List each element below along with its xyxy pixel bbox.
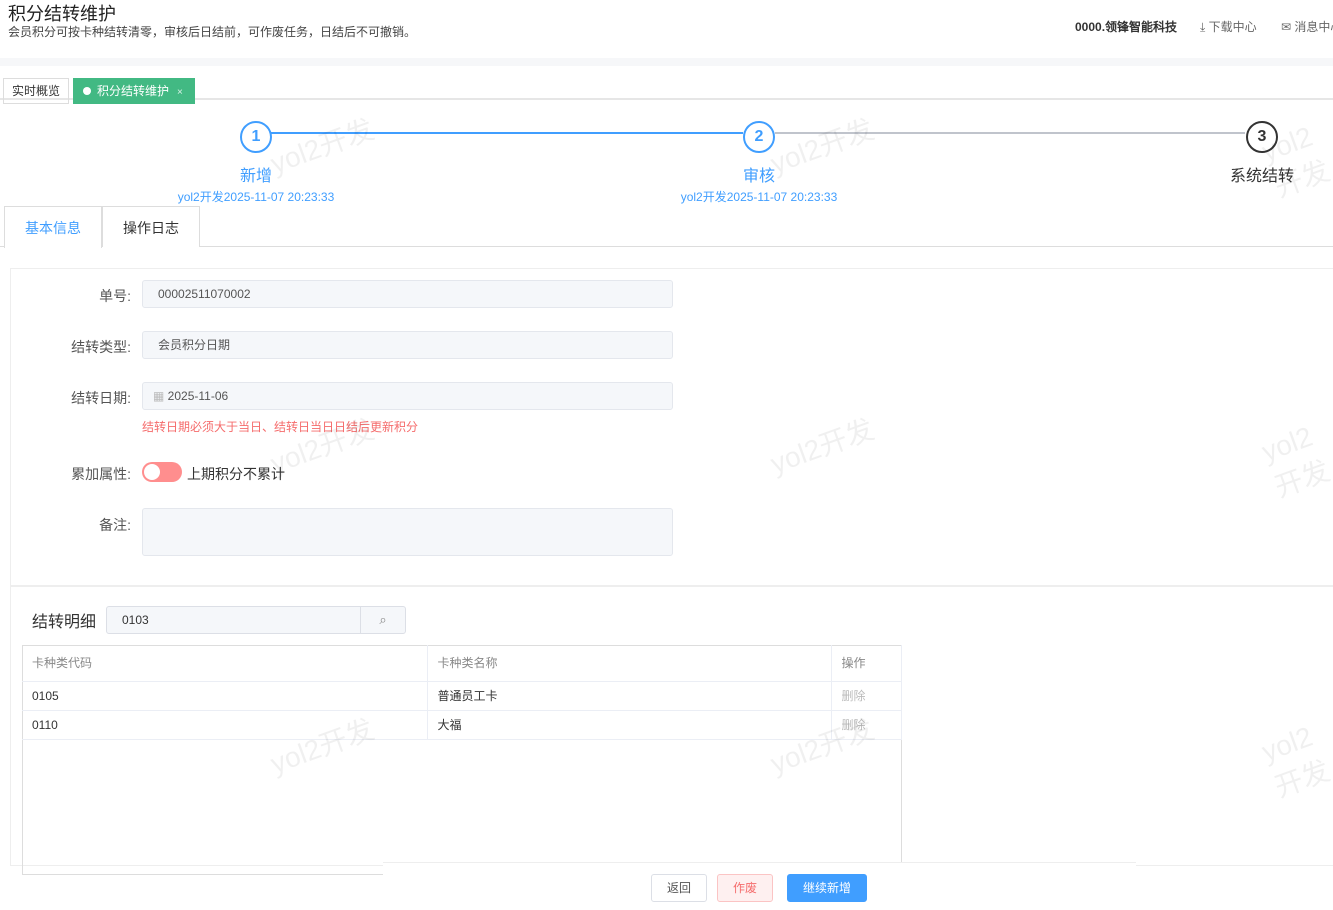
- void-button[interactable]: 作废: [717, 874, 774, 902]
- message-center-link[interactable]: ✉ 消息中心: [1281, 18, 1333, 35]
- step-2-time: yol2开发2025-11-07 20:23:33: [680, 190, 838, 204]
- step-2-circle: 2: [743, 121, 775, 153]
- close-icon[interactable]: ×: [177, 87, 183, 98]
- basic-info-form: 单号: 00002511070002 结转类型: 会员积分日期 结转日期: ▦ …: [10, 268, 1333, 586]
- download-icon: ⤓: [1200, 20, 1209, 34]
- back-button[interactable]: 返回: [651, 874, 708, 902]
- step-line-1: [271, 132, 743, 134]
- order-input[interactable]: 00002511070002: [142, 280, 673, 308]
- tab-points-carryover[interactable]: 积分结转维护 ×: [73, 78, 195, 104]
- col-code: 卡种类代码: [22, 645, 428, 682]
- date-hint: 结转日期必须大于当日、结转日当日日结后更新积分: [142, 420, 419, 434]
- company-name: 0000.领锋智能科技: [1075, 20, 1178, 34]
- detail-search[interactable]: 0103 ⌕: [106, 606, 406, 634]
- tab-basic-info[interactable]: 基本信息: [4, 206, 102, 248]
- table-row: 0110 大福 删除: [22, 710, 902, 740]
- mail-icon: ✉: [1281, 20, 1295, 34]
- accum-toggle[interactable]: [142, 462, 182, 482]
- accum-label: 累加属性:: [71, 466, 131, 482]
- tab-operation-log[interactable]: 操作日志: [102, 206, 200, 247]
- download-center-link[interactable]: ⤓ 下载中心: [1200, 18, 1257, 35]
- footer-actions: 返回 作废 继续新增: [383, 862, 1136, 910]
- step-1-circle: 1: [240, 121, 272, 153]
- step-1-time: yol2开发2025-11-07 20:23:33: [177, 190, 335, 204]
- step-line-2: [775, 132, 1245, 134]
- date-input[interactable]: ▦ 2025-11-06: [142, 382, 673, 410]
- tab-overview[interactable]: 实时概览: [3, 78, 70, 104]
- page-tabs: 实时概览 积分结转维护 ×: [0, 58, 1333, 104]
- table-row: 0105 普通员工卡 删除: [22, 681, 902, 711]
- order-label: 单号:: [99, 288, 131, 304]
- type-label: 结转类型:: [71, 339, 131, 355]
- detail-table: 卡种类代码 卡种类名称 操作 0105 普通员工卡 删除 0110 大福 删除: [22, 645, 902, 740]
- step-3-label: 系统结转: [1229, 168, 1294, 185]
- remark-label: 备注:: [99, 517, 131, 533]
- delete-button[interactable]: 删除: [831, 710, 902, 740]
- step-1-label: 新增: [239, 168, 272, 185]
- remark-textarea[interactable]: [142, 508, 673, 556]
- accum-text: 上期积分不累计: [187, 466, 285, 482]
- col-name: 卡种类名称: [427, 645, 832, 682]
- page-header: 积分结转维护 会员积分可按卡种结转清零，审核后日结前，可作废任务，日结后不可撤销…: [0, 0, 1333, 58]
- page-subtitle: 会员积分可按卡种结转清零，审核后日结前，可作废任务，日结后不可撤销。: [8, 25, 417, 39]
- date-label: 结转日期:: [71, 390, 131, 406]
- active-dot-icon: [83, 87, 91, 95]
- continue-add-button[interactable]: 继续新增: [787, 874, 868, 902]
- step-3-circle: 3: [1246, 121, 1278, 153]
- search-icon[interactable]: ⌕: [360, 607, 405, 633]
- col-op: 操作: [831, 645, 902, 682]
- delete-button[interactable]: 删除: [831, 681, 902, 711]
- form-tabs: 基本信息 操作日志: [0, 206, 1333, 248]
- detail-title: 结转明细: [32, 614, 97, 631]
- calendar-icon: ▦: [153, 389, 168, 403]
- detail-section: 结转明细 0103 ⌕ 卡种类代码 卡种类名称 操作 0105 普通员工卡 删除 011…: [10, 586, 1333, 875]
- step-2-label: 审核: [742, 168, 775, 185]
- type-select[interactable]: 会员积分日期: [142, 331, 673, 359]
- detail-search-input[interactable]: 0103: [122, 613, 149, 627]
